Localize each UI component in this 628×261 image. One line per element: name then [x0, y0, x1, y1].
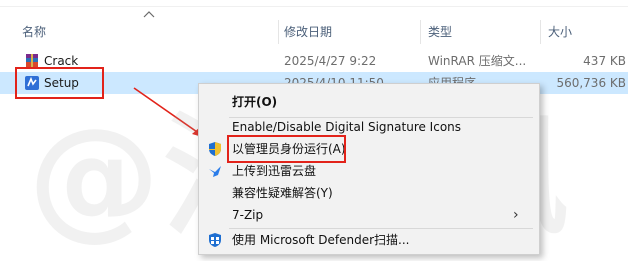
menu-item-label: 打开(O): [232, 95, 278, 109]
xunlei-bird-icon: [209, 166, 221, 177]
file-type: WinRAR 压缩文...: [428, 54, 527, 68]
column-size[interactable]: 大小: [548, 20, 572, 44]
file-size: 560,736 KB: [556, 76, 626, 90]
column-separator[interactable]: [278, 20, 279, 44]
menu-item-label: 兼容性疑难解答(Y): [232, 186, 333, 200]
column-date[interactable]: 修改日期: [284, 20, 332, 44]
menu-item-compat-troubleshoot[interactable]: 兼容性疑难解答(Y): [199, 182, 539, 204]
file-explorer-window: { "header": { "columns": ["名称", "修改日期", …: [0, 0, 628, 255]
context-menu: 打开(O) Enable/Disable Digital Signature I…: [198, 83, 540, 255]
menu-item-label: 7-Zip: [232, 208, 264, 222]
menu-item-label: 上传到迅雷云盘: [232, 164, 317, 178]
menu-item-7zip[interactable]: 7-Zip ›: [199, 204, 539, 226]
column-name[interactable]: 名称: [22, 20, 46, 44]
top-edge-strip: [0, 0, 628, 7]
column-separator[interactable]: [420, 20, 421, 44]
menu-item-open[interactable]: 打开(O): [199, 91, 539, 113]
column-type[interactable]: 类型: [428, 20, 452, 44]
uac-shield-icon: [209, 142, 221, 156]
menu-item-defender-scan[interactable]: 使用 Microsoft Defender扫描...: [199, 229, 539, 251]
file-date: 2025/4/27 9:22: [284, 54, 377, 68]
menu-item-label: 使用 Microsoft Defender扫描...: [232, 233, 410, 247]
menu-item-upload-xunlei[interactable]: 上传到迅雷云盘: [199, 160, 539, 182]
column-header: 名称 修改日期 类型 大小: [0, 20, 628, 44]
submenu-arrow-icon: ›: [513, 207, 519, 223]
run-as-admin-highlight-box: [227, 135, 346, 163]
file-size: 437 KB: [583, 54, 626, 68]
column-separator[interactable]: [540, 20, 541, 44]
sort-ascending-icon: [143, 11, 155, 18]
setup-highlight-box: [15, 67, 104, 99]
